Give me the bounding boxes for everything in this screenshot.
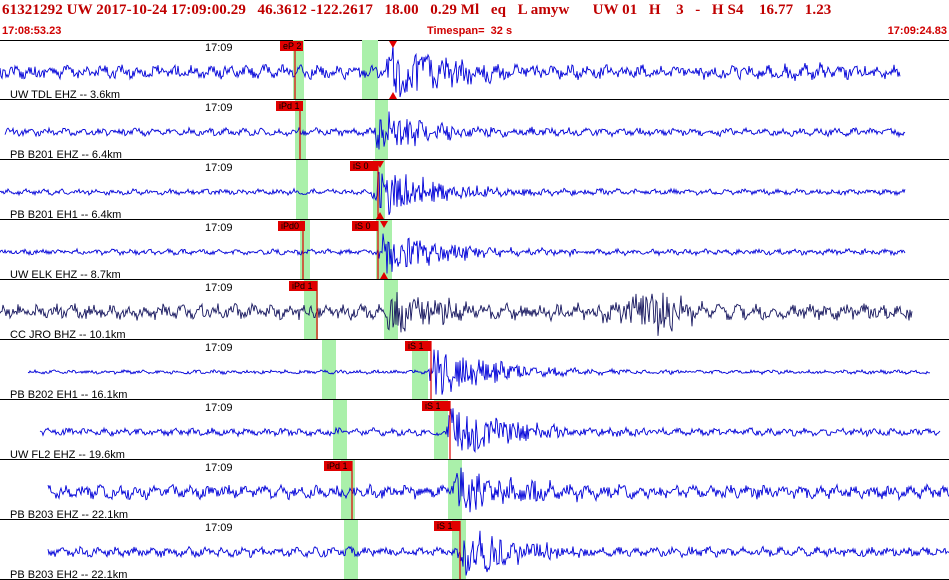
waveform-trace [0, 171, 906, 215]
station-label: PB B203 EHZ -- 22.1km [10, 509, 128, 521]
seismogram-panel[interactable]: 17:09 UW TDL EHZ -- 3.6km eP 2 [0, 40, 949, 101]
pick-label: iS 0 [353, 161, 369, 171]
phase-window [333, 400, 347, 460]
waveform-trace [4, 111, 906, 150]
pick-label: iS 0 [355, 221, 371, 231]
waveform-trace [0, 233, 906, 274]
phase-window [322, 340, 336, 400]
station-label: UW TDL EHZ -- 3.6km [10, 89, 120, 101]
panel-time-label: 17:09 [205, 402, 233, 414]
panel-time-label: 17:09 [205, 42, 233, 54]
waveform-trace [0, 44, 901, 98]
pick-label: iPd0 [281, 221, 299, 231]
waveform-trace [47, 467, 949, 513]
pick-label: iPd 1 [292, 281, 313, 291]
panel-time-label: 17:09 [205, 522, 233, 534]
panel-time-label: 17:09 [205, 462, 233, 474]
station-label: CC JRO BHZ -- 10.1km [10, 329, 126, 341]
event-header: 61321292 UW 2017-10-24 17:09:00.29 46.36… [0, 0, 949, 41]
amplitude-marker-icon [389, 41, 397, 48]
waveform-trace [0, 292, 913, 336]
start-time-label: 17:08:53.23 [2, 25, 62, 37]
pick-label: iS 1 [408, 341, 424, 351]
waveform-trace [39, 408, 941, 454]
end-time-label: 17:09:24.83 [887, 25, 947, 37]
pick-label: eP 2 [283, 41, 301, 51]
station-label: UW FL2 EHZ -- 19.6km [10, 449, 125, 461]
seismogram-panel[interactable]: 17:09 UW ELK EHZ -- 8.7km iPd0 iS 0 [0, 220, 949, 281]
waveform-canvas[interactable]: 17:09 UW TDL EHZ -- 3.6km eP 2 17:09 PB B201… [0, 40, 949, 580]
station-label: PB B203 EH2 -- 22.1km [10, 569, 127, 580]
waveform-trace [47, 530, 949, 576]
seismogram-panel[interactable]: 17:09 PB B201 EH1 -- 6.4km iS 0 [0, 160, 949, 221]
pick-label: iPd 1 [279, 101, 300, 111]
station-label: PB B201 EH1 -- 6.4km [10, 209, 121, 221]
station-label: UW ELK EHZ -- 8.7km [10, 269, 121, 281]
panel-time-label: 17:09 [205, 342, 233, 354]
event-summary-line: 61321292 UW 2017-10-24 17:09:00.29 46.36… [2, 2, 832, 18]
seismogram-panels[interactable]: 17:09 UW TDL EHZ -- 3.6km eP 2 17:09 PB B201… [0, 40, 949, 580]
pick-label: iS 1 [437, 521, 453, 531]
panel-time-label: 17:09 [205, 222, 233, 234]
pick-label: iPd 1 [327, 461, 348, 471]
seismogram-panel[interactable]: 17:09 UW FL2 EHZ -- 19.6km iS 1 [0, 400, 949, 461]
amplitude-marker-icon [389, 92, 397, 99]
waveform-trace [27, 349, 930, 395]
panel-time-label: 17:09 [205, 282, 233, 294]
seismogram-panel[interactable]: 17:09 PB B202 EH1 -- 16.1km iS 1 [0, 340, 949, 401]
station-label: PB B201 EHZ -- 6.4km [10, 149, 122, 161]
seismogram-panel[interactable]: 17:09 PB B203 EHZ -- 22.1km iPd 1 [0, 460, 949, 521]
seismogram-panel[interactable]: 17:09 CC JRO BHZ -- 10.1km iPd 1 [0, 280, 949, 341]
seismogram-panel[interactable]: 17:09 PB B201 EHZ -- 6.4km iPd 1 [0, 100, 949, 161]
phase-window [362, 40, 378, 100]
timespan-label: Timespan= 32 s [427, 25, 513, 37]
panel-time-label: 17:09 [205, 162, 233, 174]
station-label: PB B202 EH1 -- 16.1km [10, 389, 127, 401]
phase-window [296, 160, 308, 220]
seismogram-panel[interactable]: 17:09 PB B203 EH2 -- 22.1km iS 1 [0, 520, 949, 580]
panel-time-label: 17:09 [205, 102, 233, 114]
pick-label: iS 1 [425, 401, 441, 411]
phase-window [384, 280, 398, 340]
